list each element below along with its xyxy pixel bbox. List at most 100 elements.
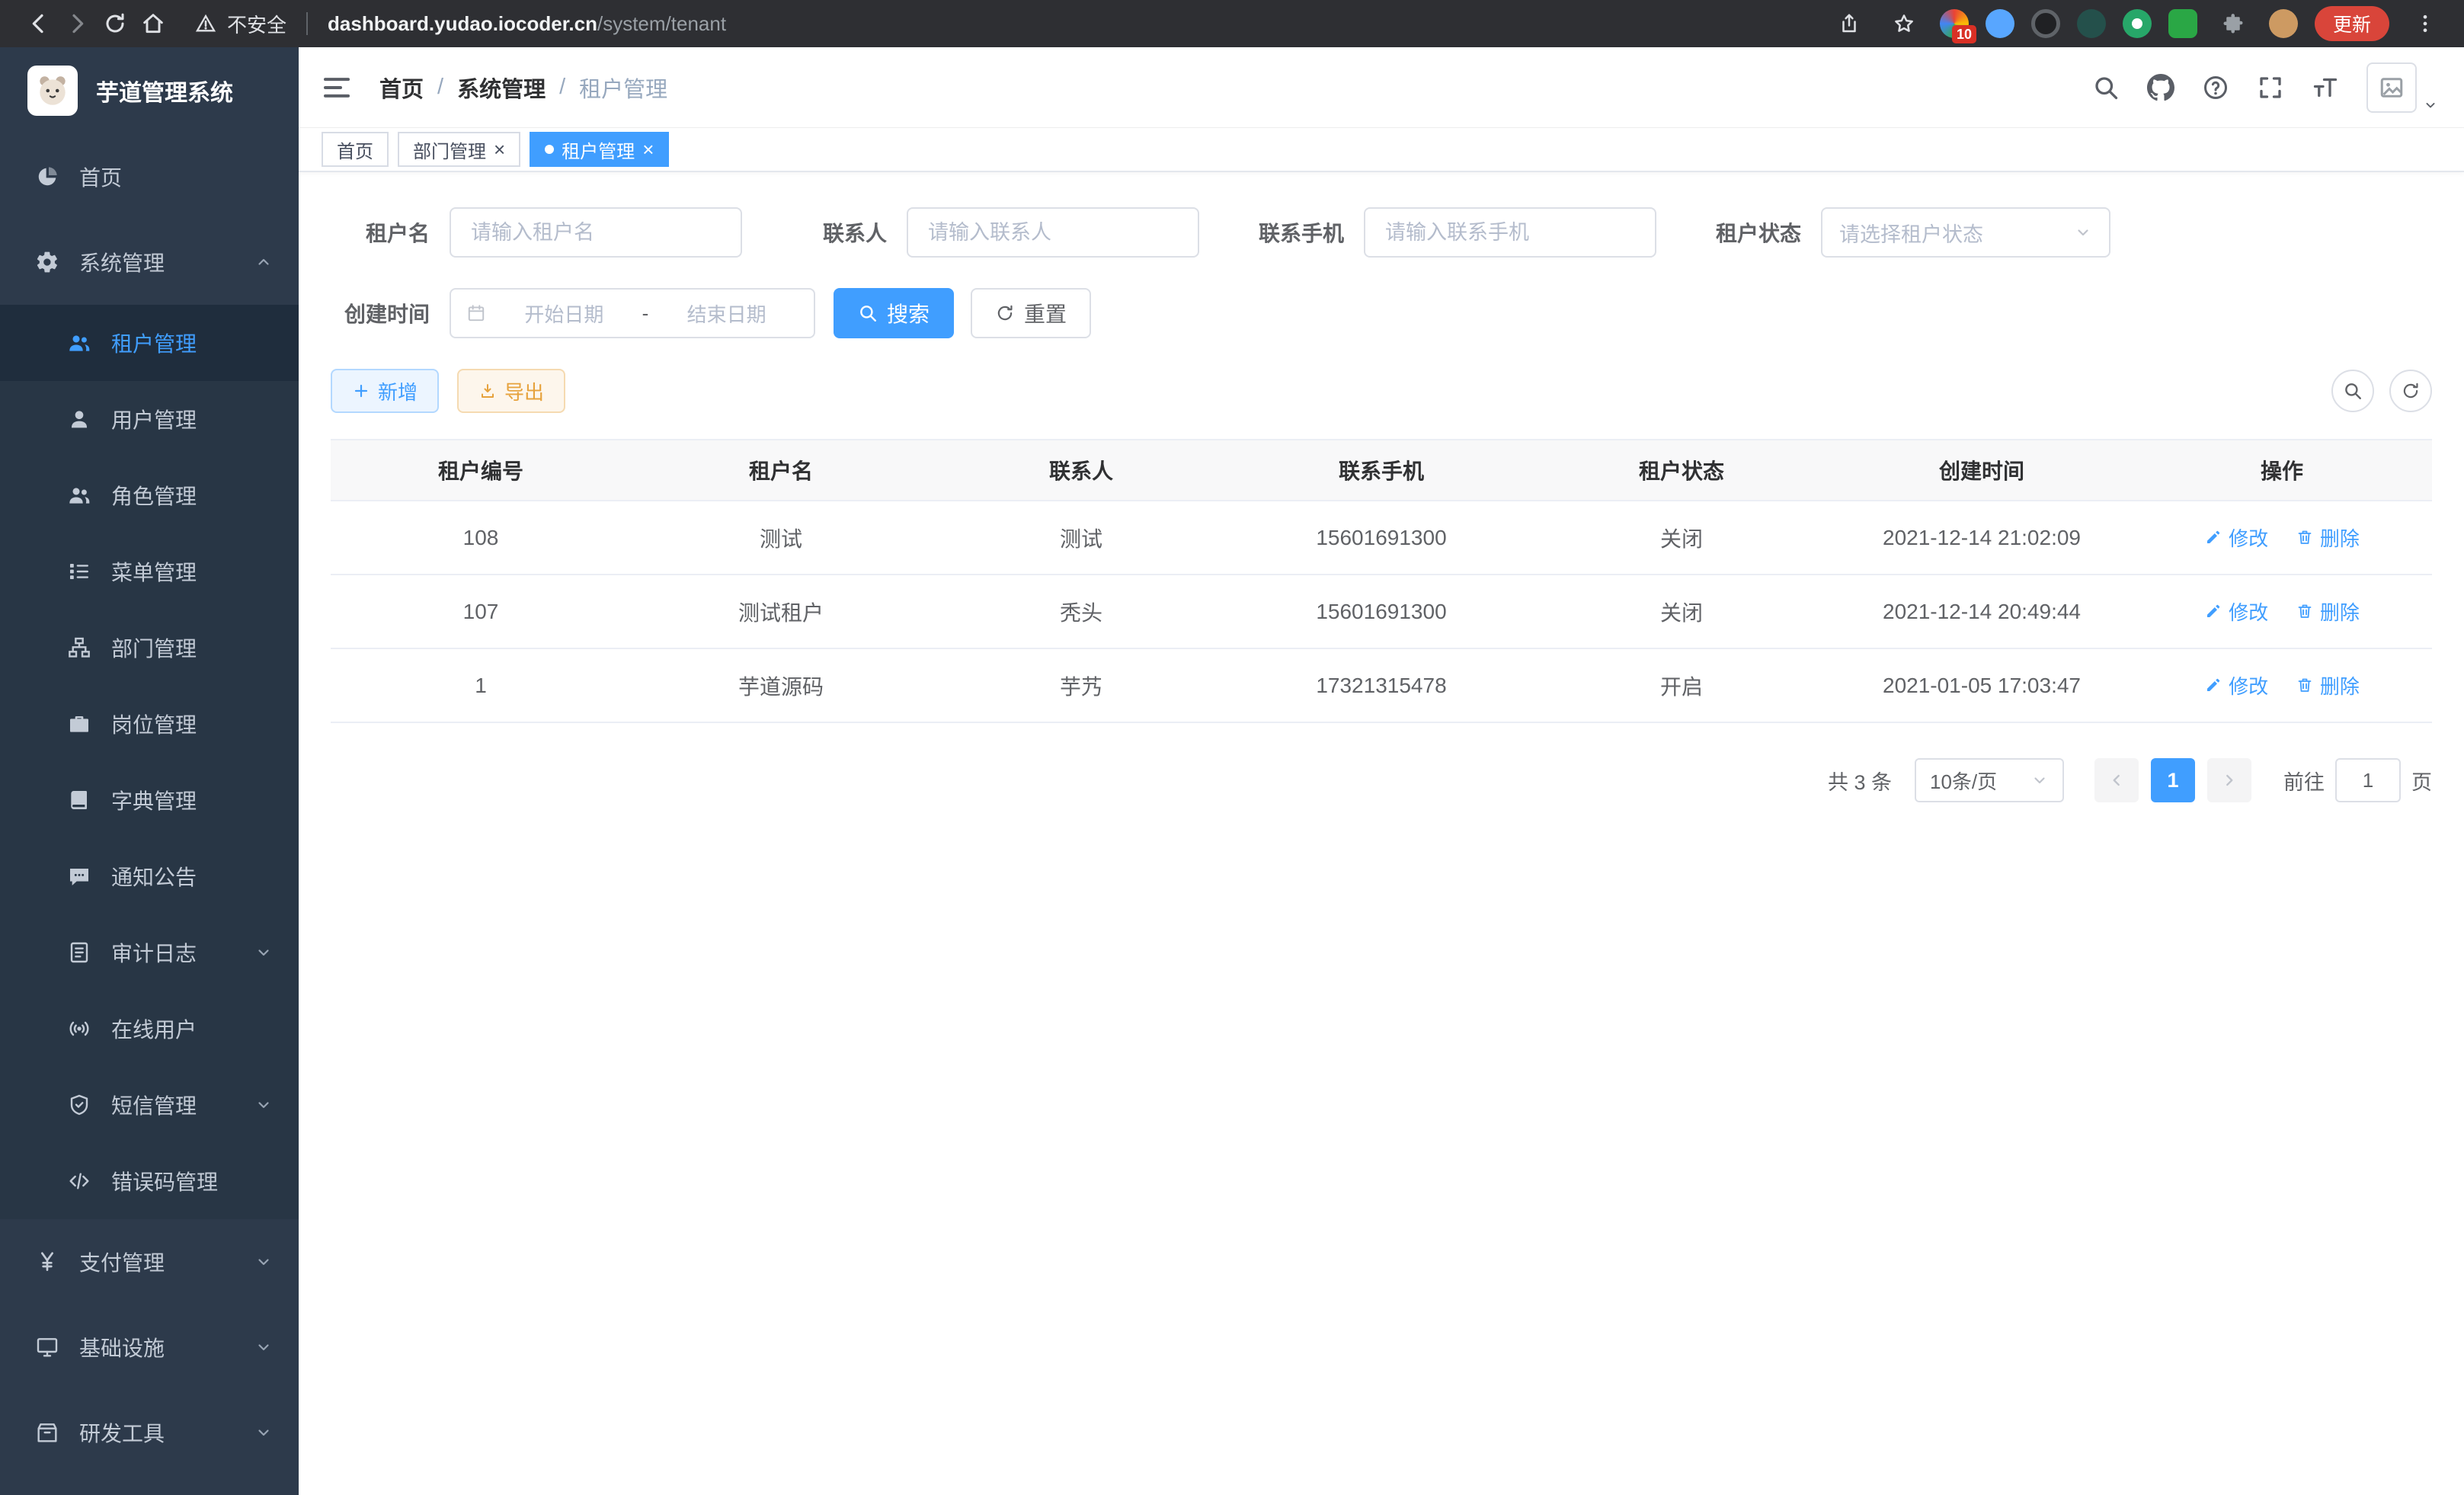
browser-back-button[interactable] <box>20 5 58 43</box>
delete-link[interactable]: 删除 <box>2296 523 2360 552</box>
sidebar-item-label: 租户管理 <box>111 328 197 358</box>
add-button[interactable]: 新增 <box>331 369 439 413</box>
phone-input[interactable] <box>1364 207 1656 258</box>
next-page-button[interactable] <box>2207 758 2251 802</box>
page-size-select[interactable]: 10条/页 <box>1915 758 2064 802</box>
profile-avatar[interactable] <box>2269 9 2298 38</box>
user-avatar-dropdown[interactable] <box>2366 62 2438 113</box>
sidebar-item-role[interactable]: 角色管理 <box>0 457 299 533</box>
browser-reload-button[interactable] <box>96 5 134 43</box>
users-icon <box>67 331 91 355</box>
bookmark-star-button[interactable] <box>1885 5 1923 43</box>
browser-menu-kebab-icon[interactable] <box>2406 5 2444 43</box>
page-size-label: 10条/页 <box>1930 767 1997 795</box>
browser-update-button[interactable]: 更新 <box>2315 6 2389 41</box>
sidebar-item-label: 在线用户 <box>111 1013 197 1044</box>
goto-label: 前往 <box>2283 766 2325 796</box>
sidebar-item-label: 岗位管理 <box>111 709 197 739</box>
contact-input[interactable] <box>907 207 1199 258</box>
cell-tenant-id: 107 <box>331 575 631 648</box>
sidebar-item-notice[interactable]: 通知公告 <box>0 838 299 914</box>
font-size-icon[interactable] <box>2312 74 2339 101</box>
breadcrumb-home[interactable]: 首页 <box>379 72 424 104</box>
breadcrumb-system[interactable]: 系统管理 <box>457 72 546 104</box>
sidebar-item-user[interactable]: 用户管理 <box>0 381 299 457</box>
reset-button[interactable]: 重置 <box>971 288 1091 338</box>
logo-image <box>27 66 78 116</box>
extension-icon-2[interactable] <box>1986 9 2014 38</box>
sidebar-item-sms[interactable]: 短信管理 <box>0 1067 299 1143</box>
sidebar-item-menu[interactable]: 菜单管理 <box>0 533 299 610</box>
browser-home-button[interactable] <box>134 5 172 43</box>
sidebar-item-tenant[interactable]: 租户管理 <box>0 305 299 381</box>
sidebar-item-dict[interactable]: 字典管理 <box>0 762 299 838</box>
sidebar-item-post[interactable]: 岗位管理 <box>0 686 299 762</box>
share-button[interactable] <box>1830 5 1868 43</box>
sidebar-group-system[interactable]: 系统管理 <box>0 219 299 305</box>
browser-address-bar[interactable]: 不安全 dashboard.yudao.iocoder.cn/system/te… <box>195 10 1830 38</box>
export-button[interactable]: 导出 <box>457 369 565 413</box>
sidebar-item-home[interactable]: 首页 <box>0 134 299 219</box>
sidebar-item-audit-log[interactable]: 审计日志 <box>0 914 299 991</box>
toggle-search-button[interactable] <box>2331 370 2374 412</box>
status-placeholder: 请选择租户状态 <box>1839 218 1983 248</box>
extension-icon-4[interactable] <box>2077 9 2106 38</box>
col-actions: 操作 <box>2132 440 2432 501</box>
extension-icon-1[interactable]: 10 <box>1940 9 1969 38</box>
edit-link[interactable]: 修改 <box>2204 523 2268 552</box>
sidebar-toggle-button[interactable] <box>299 47 375 127</box>
refresh-table-button[interactable] <box>2389 370 2432 412</box>
address-divider <box>306 12 308 35</box>
sidebar-group-payment[interactable]: 支付管理 <box>0 1219 299 1305</box>
sidebar-group-infra[interactable]: 基础设施 <box>0 1305 299 1390</box>
cell-contact: 测试 <box>931 501 1231 575</box>
extension-icon-3[interactable] <box>2031 9 2060 38</box>
date-range-picker[interactable]: 开始日期 - 结束日期 <box>450 288 815 338</box>
chevron-down-icon <box>254 943 273 962</box>
delete-link[interactable]: 删除 <box>2296 671 2360 699</box>
help-icon[interactable] <box>2202 74 2229 101</box>
tab-close-icon[interactable] <box>642 139 654 159</box>
sidebar-item-label: 菜单管理 <box>111 556 197 587</box>
status-label: 租户状态 <box>1702 217 1801 248</box>
tab-home[interactable]: 首页 <box>322 132 389 167</box>
tab-tenant[interactable]: 租户管理 <box>530 132 669 167</box>
fullscreen-icon[interactable] <box>2257 74 2284 101</box>
tab-close-icon[interactable] <box>494 139 505 159</box>
sidebar-item-label: 通知公告 <box>111 861 197 892</box>
pagination-goto: 前往 页 <box>2283 758 2432 802</box>
app-logo[interactable]: 芋道管理系统 <box>0 47 299 134</box>
edit-link[interactable]: 修改 <box>2204 671 2268 699</box>
sidebar-item-label: 角色管理 <box>111 480 197 511</box>
extension-icon-5[interactable] <box>2123 9 2152 38</box>
sidebar-item-dept[interactable]: 部门管理 <box>0 610 299 686</box>
delete-link[interactable]: 删除 <box>2296 597 2360 626</box>
refresh-icon <box>2401 381 2421 401</box>
search-button[interactable]: 搜索 <box>834 288 954 338</box>
extension-icon-6[interactable] <box>2168 9 2197 38</box>
refresh-icon <box>995 303 1015 323</box>
browser-forward-button[interactable] <box>58 5 96 43</box>
sidebar-item-online-user[interactable]: 在线用户 <box>0 991 299 1067</box>
goto-page-input[interactable] <box>2335 758 2401 802</box>
download-icon <box>478 382 497 400</box>
prev-page-button[interactable] <box>2094 758 2139 802</box>
shield-icon <box>67 1093 91 1117</box>
tenant-name-input[interactable] <box>450 207 742 258</box>
github-icon[interactable] <box>2147 74 2174 101</box>
cell-created: 2021-12-14 20:49:44 <box>1832 575 2132 648</box>
edit-link[interactable]: 修改 <box>2204 597 2268 626</box>
chevron-up-icon <box>254 253 273 271</box>
tab-dept[interactable]: 部门管理 <box>398 132 520 167</box>
col-created: 创建时间 <box>1832 440 2132 501</box>
extensions-puzzle-icon[interactable] <box>2214 5 2252 43</box>
status-select[interactable]: 请选择租户状态 <box>1821 207 2110 258</box>
header-search-icon[interactable] <box>2092 74 2120 101</box>
sidebar-group-devtools[interactable]: 研发工具 <box>0 1390 299 1475</box>
cell-tenant-name: 测试租户 <box>631 575 931 648</box>
toolbox-icon <box>35 1420 59 1445</box>
app-title: 芋道管理系统 <box>96 74 233 107</box>
cell-tenant-id: 108 <box>331 501 631 575</box>
page-number-1[interactable]: 1 <box>2151 758 2195 802</box>
sidebar-item-error-code[interactable]: 错误码管理 <box>0 1143 299 1219</box>
